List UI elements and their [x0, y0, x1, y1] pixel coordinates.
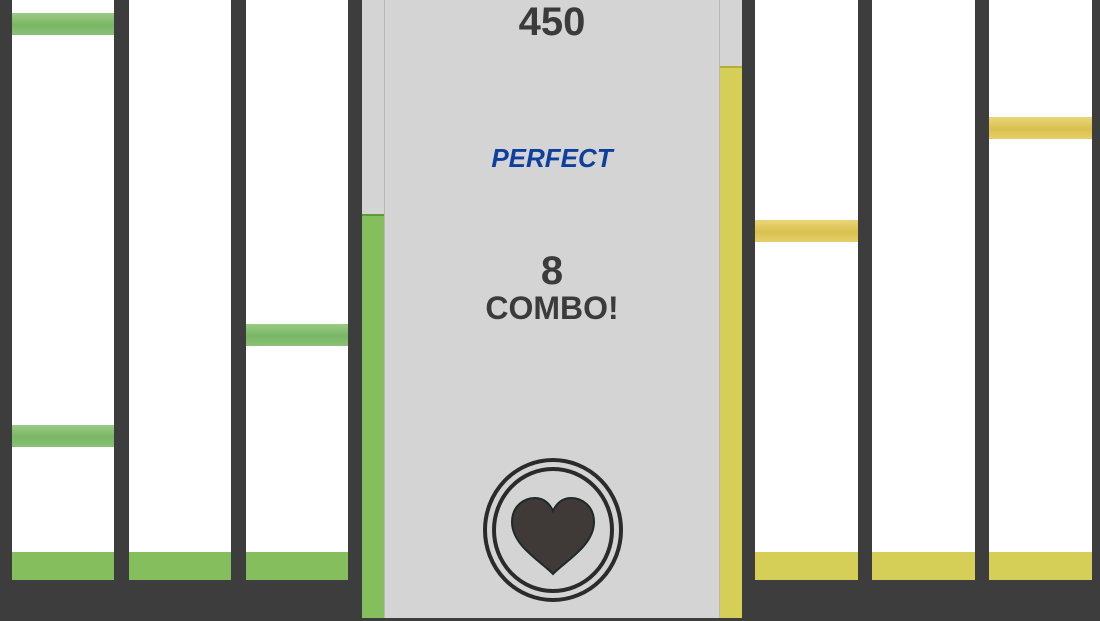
lane-right-2[interactable] [872, 0, 975, 580]
score: 450 [518, 0, 586, 44]
hit-zone[interactable] [129, 552, 231, 580]
hit-zone[interactable] [12, 552, 114, 580]
note [989, 117, 1092, 139]
left-meter [362, 0, 384, 618]
right-meter [720, 0, 742, 618]
lane-right-3[interactable] [989, 0, 1092, 580]
right-meter-fill [720, 66, 742, 618]
lane-right-1[interactable] [755, 0, 858, 580]
hit-zone[interactable] [872, 552, 975, 580]
note [755, 220, 858, 242]
lane-left-1[interactable] [12, 0, 114, 580]
combo-label: COMBO! [485, 290, 619, 326]
heart-icon [483, 458, 623, 602]
note [12, 425, 114, 447]
judgement-text: PERFECT [491, 143, 613, 173]
heart-button[interactable] [482, 458, 624, 602]
lane-left-2[interactable] [129, 0, 231, 580]
lane-left-3[interactable] [246, 0, 348, 580]
note [246, 324, 348, 346]
hit-zone[interactable] [755, 552, 858, 580]
hit-zone[interactable] [246, 552, 348, 580]
combo-count: 8 [540, 249, 564, 293]
hit-zone[interactable] [989, 552, 1092, 580]
left-meter-fill [362, 214, 384, 618]
note [12, 13, 114, 35]
